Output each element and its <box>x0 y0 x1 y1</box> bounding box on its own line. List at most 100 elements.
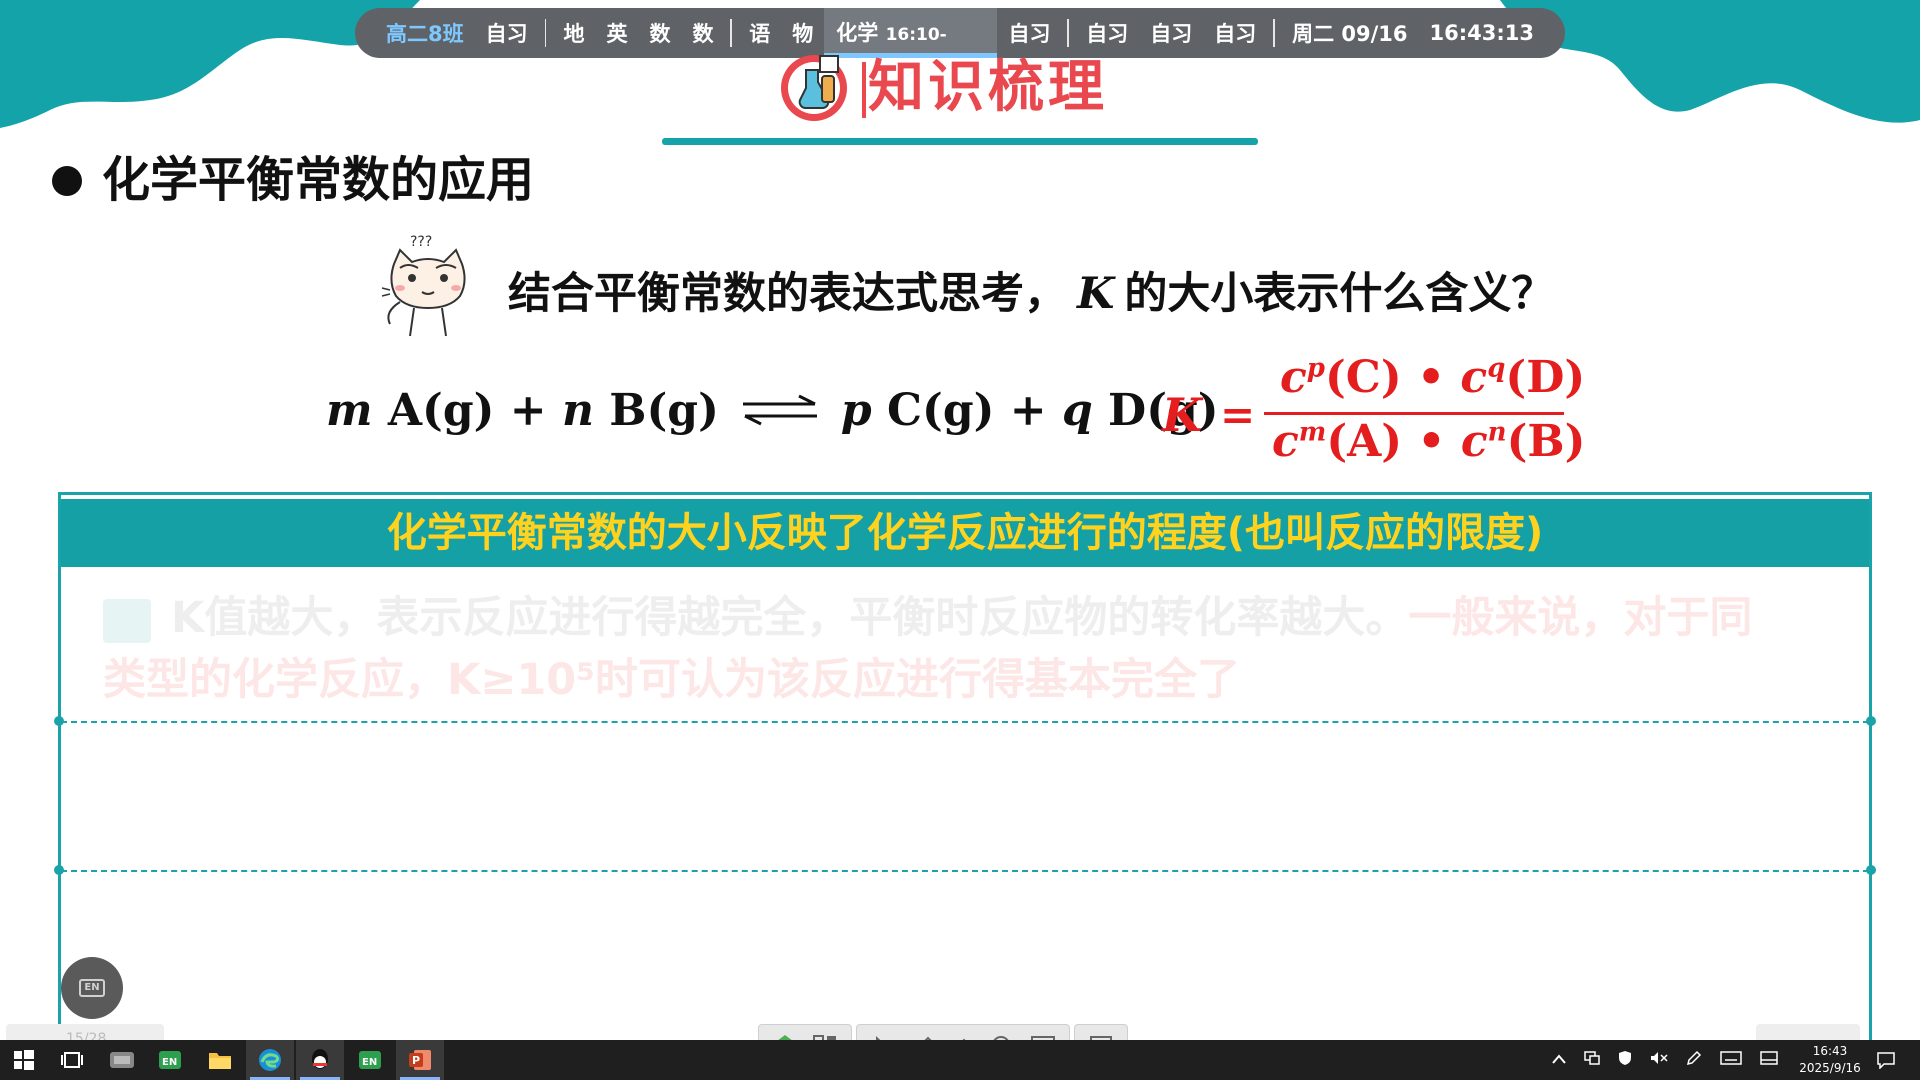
envelope-icon[interactable] <box>765 1027 805 1040</box>
task-view-icon[interactable] <box>48 1040 96 1080</box>
coef-m: m <box>326 384 373 436</box>
qq-icon[interactable] <box>296 1040 344 1080</box>
qq-music-icon[interactable] <box>98 1040 146 1080</box>
en-app2-icon[interactable]: EN <box>346 1040 394 1080</box>
notification-icon[interactable] <box>1876 1040 1896 1080</box>
question-text: 结合平衡常数的表达式思考， K 的大小表示什么含义？ <box>508 266 1554 322</box>
svg-text:P: P <box>412 1054 420 1067</box>
schedule-item: 自习 <box>1086 22 1129 46</box>
species-c: (C) <box>1324 352 1402 403</box>
edge-icon[interactable] <box>246 1040 294 1080</box>
fraction-bar <box>1264 412 1564 415</box>
volume-muted-icon[interactable] <box>1650 1051 1668 1069</box>
schedule-separator <box>544 19 547 47</box>
answer-line-1-red: 一般来说，对于同 <box>1408 593 1753 643</box>
pen-icon[interactable] <box>903 1027 943 1040</box>
page-indicator: 15/28 <box>66 1031 107 1040</box>
tablet-icon[interactable] <box>1760 1051 1778 1069</box>
en-keyboard-icon: EN <box>79 979 105 997</box>
question-part-1: 结合平衡常数的表达式思考， <box>508 269 1067 319</box>
section-title: 知识梳理 <box>868 55 1108 120</box>
class-schedule-bar: 高二8班 自习 地 英 数 数 语 物 化学 16:10-16:50 自习 自习… <box>355 8 1565 97</box>
species-d: (D) <box>1505 352 1586 403</box>
conc-symbol: c <box>1272 416 1299 467</box>
conclusion-title: 化学平衡常数的大小反映了化学反应进行的程度(也叫反应的限度) <box>386 510 1544 556</box>
multiply-dot: • <box>1416 352 1446 403</box>
system-tray <box>1552 1040 1778 1080</box>
annotation-toolbar <box>758 1024 1128 1040</box>
eraser-icon[interactable] <box>943 1027 983 1040</box>
species-c: C(g) <box>886 384 995 436</box>
line-endpoint <box>54 716 64 726</box>
input-method-float-button[interactable]: EN <box>61 957 123 1019</box>
keyboard-icon[interactable] <box>1720 1051 1742 1069</box>
k-numerator: cp(C) • cq(D) <box>1280 352 1585 403</box>
hidden-answer-text[interactable]: K值越大，表示反应进行得越完全，平衡时反应物的转化率越大。一般来说，对于同 类型… <box>103 587 1823 711</box>
slide-heading: 化学平衡常数的应用 <box>102 152 535 208</box>
plus-sign: + <box>1009 384 1047 436</box>
schedule-separator <box>730 19 733 47</box>
question-k-symbol: K <box>1077 269 1115 319</box>
zoom-icon[interactable] <box>983 1027 1023 1040</box>
toolbar-group <box>1074 1024 1128 1040</box>
share-arrow-icon <box>103 598 151 643</box>
flask-icon <box>781 55 847 121</box>
taskbar-date: 2025/9/16 <box>1799 1061 1861 1075</box>
species-b: (B) <box>1506 416 1586 467</box>
conc-symbol: c <box>1280 352 1307 403</box>
schedule-separator <box>1067 19 1070 47</box>
page-navigator-right[interactable] <box>1756 1024 1860 1040</box>
schedule-item: 数 <box>692 22 714 46</box>
equilibrium-arrow-icon <box>742 394 817 426</box>
schedule-item: 英 <box>606 22 628 46</box>
line-endpoint <box>1866 865 1876 875</box>
equals-sign: = <box>1220 390 1256 439</box>
conclusion-box: 化学平衡常数的大小反映了化学反应进行的程度(也叫反应的限度) K值越大，表示反应… <box>54 492 1876 1040</box>
toolbar-group <box>758 1024 852 1040</box>
powerpoint-icon[interactable]: P <box>396 1040 444 1080</box>
network-icon[interactable] <box>1584 1051 1600 1069</box>
answer-line-2-red: 类型的化学反应，K≥10⁵时可认为该反应进行得基本完全了 <box>103 655 1241 705</box>
svg-text:EN: EN <box>362 1057 377 1068</box>
schedule-item: 自习 <box>485 22 528 46</box>
species-a: A(g) <box>387 384 495 436</box>
conc-symbol: c <box>1460 416 1488 467</box>
k-symbol: K <box>1162 388 1202 442</box>
bullet-point <box>52 166 82 196</box>
schedule-clock: 16:43:13 <box>1429 21 1534 45</box>
grid-icon[interactable] <box>805 1027 845 1040</box>
chevron-up-icon[interactable] <box>1552 1052 1566 1068</box>
en-app-icon[interactable]: EN <box>146 1040 194 1080</box>
exponent-p: p <box>1306 353 1325 384</box>
screen-icon[interactable] <box>1023 1027 1063 1040</box>
schedule-item: 自习 <box>1214 22 1257 46</box>
answer-line-1: K值越大，表示反应进行得越完全，平衡时反应物的转化率越大。 <box>171 593 1409 643</box>
line-endpoint <box>1866 716 1876 726</box>
start-icon[interactable] <box>0 1040 48 1080</box>
header-underline <box>662 138 1258 145</box>
plus-sign: + <box>509 384 547 436</box>
current-subject: 化学 <box>836 21 879 45</box>
cursor-icon[interactable] <box>863 1027 903 1040</box>
exponent-m: m <box>1298 417 1327 448</box>
thinking-cat-illustration: ??? <box>381 234 466 337</box>
schedule-item: 地 <box>563 22 585 46</box>
taskbar-time: 16:43 <box>1812 1044 1848 1058</box>
taskbar-clock[interactable]: 16:43 2025/9/16 <box>1790 1043 1870 1077</box>
schedule-item: 语 <box>749 22 771 46</box>
coef-q: q <box>1061 384 1093 436</box>
exit-icon[interactable] <box>1081 1027 1121 1040</box>
folder-icon[interactable] <box>196 1040 244 1080</box>
header-divider <box>862 62 866 118</box>
reaction-equation: m A(g) + n B(g) p C(g) + q D(g) <box>326 380 1219 440</box>
schedule-separator <box>1273 19 1276 47</box>
multiply-dot: • <box>1417 416 1446 467</box>
schedule-item: 自习 <box>1150 22 1193 46</box>
dashed-writing-line <box>61 870 1869 872</box>
page-navigator[interactable]: 15/28 <box>6 1024 164 1040</box>
pen-tray-icon[interactable] <box>1686 1050 1702 1070</box>
question-part-2: 的大小表示什么含义？ <box>1124 269 1555 319</box>
k-denominator: cm(A) • cn(B) <box>1272 416 1585 467</box>
shield-icon[interactable] <box>1618 1050 1632 1070</box>
windows-taskbar: EN EN P 16:43 2025/9/16 <box>0 1040 1920 1080</box>
